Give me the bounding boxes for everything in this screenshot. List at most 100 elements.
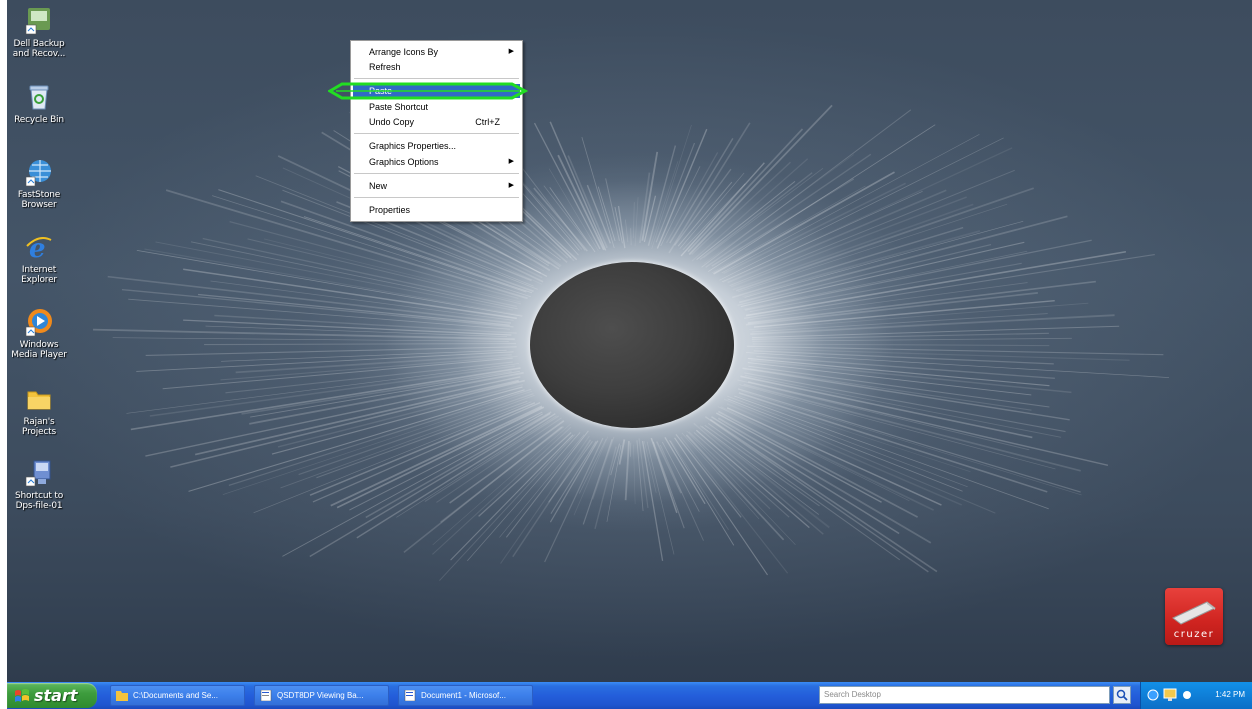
start-label: start	[34, 686, 78, 705]
menu-item-label: Graphics Properties...	[369, 141, 457, 151]
menu-item-label: Refresh	[369, 62, 401, 72]
taskbar-button-label: Document1 - Microsof...	[421, 691, 506, 700]
corona-ray	[624, 440, 630, 501]
corona-ray	[550, 441, 597, 514]
network-shortcut-icon	[24, 458, 54, 488]
corona-ray	[107, 275, 512, 324]
tray-network-icon[interactable]	[1147, 689, 1159, 701]
document-icon	[260, 690, 272, 701]
green-highlight-marker	[328, 82, 528, 100]
recycle-bin-icon	[24, 82, 54, 112]
menu-item-label: Arrange Icons By	[369, 47, 439, 57]
corona-ray	[618, 439, 626, 465]
desktop-icon-internet-explorer[interactable]: e Internet Explorer	[7, 232, 77, 285]
menu-item-refresh[interactable]: Refresh	[353, 60, 520, 74]
corona-ray	[688, 104, 833, 256]
desktop-icon-dell-backup[interactable]: Dell Backup and Recov...	[7, 6, 77, 59]
menu-item-new[interactable]: New ▶	[353, 179, 520, 193]
submenu-arrow-icon: ▶	[508, 158, 514, 165]
corona-ray	[746, 352, 1170, 378]
eclipse-moon	[530, 262, 734, 428]
dell-backup-icon	[24, 6, 54, 36]
search-icon	[1116, 689, 1128, 701]
corona-ray	[659, 444, 704, 541]
tray-status-icon[interactable]	[1181, 689, 1193, 701]
corona-ray	[567, 155, 608, 249]
search-placeholder: Search Desktop	[824, 690, 881, 699]
search-button[interactable]	[1113, 686, 1131, 704]
corona-ray	[704, 416, 929, 573]
corona-ray	[696, 181, 796, 261]
corona-ray	[634, 197, 639, 247]
taskbar-button-label: QSDT8DP Viewing Ba...	[277, 691, 364, 700]
system-tray: 1:42 PM	[1140, 682, 1252, 709]
corona-ray	[250, 370, 520, 418]
corona-ray	[749, 262, 1022, 313]
corona-ray	[745, 250, 1127, 317]
start-button[interactable]: start	[7, 683, 97, 708]
menu-separator	[354, 197, 519, 198]
corona-ray	[544, 437, 604, 563]
corona-ray	[633, 444, 636, 504]
cruzer-drive-widget[interactable]: cruzer	[1165, 588, 1223, 645]
desktop-search-input[interactable]: Search Desktop	[819, 686, 1110, 704]
menu-separator	[354, 78, 519, 79]
menu-item-label: New	[369, 181, 388, 191]
corona-ray	[130, 367, 521, 431]
corona-ray	[170, 379, 525, 468]
corona-ray	[743, 250, 1028, 310]
folder-icon	[116, 691, 128, 701]
corona-ray	[356, 413, 556, 539]
taskbar: start C:\Documents and Se... QSDT8DP Vie…	[7, 682, 1252, 709]
internet-explorer-icon: e	[24, 232, 54, 264]
corona-ray	[647, 145, 677, 246]
desktop-icon-faststone[interactable]: FastStone Browser	[7, 157, 77, 210]
corona-ray	[745, 239, 1092, 311]
corona-ray	[669, 137, 734, 244]
tray-monitor-icon[interactable]	[1163, 688, 1177, 702]
corona-ray	[632, 202, 635, 239]
corona-ray	[365, 411, 552, 519]
taskbar-button-label: C:\Documents and Se...	[133, 691, 218, 700]
corona-ray	[646, 441, 675, 555]
corona-ray	[228, 388, 532, 486]
taskbar-button-document1[interactable]: Document1 - Microsof...	[398, 685, 533, 706]
menu-item-undo-copy[interactable]: Undo Copy Ctrl+Z	[353, 115, 520, 129]
menu-item-label: Properties	[369, 205, 411, 215]
menu-item-label: Paste Shortcut	[369, 102, 429, 112]
windows-media-player-icon	[24, 307, 54, 337]
corona-ray	[752, 343, 1050, 347]
desktop[interactable]: Dell Backup and Recov... Recycle Bin Fast…	[7, 0, 1252, 682]
menu-item-graphics-properties[interactable]: Graphics Properties...	[353, 139, 520, 153]
corona-ray	[204, 343, 516, 346]
desktop-icon-media-player[interactable]: Windows Media Player	[7, 307, 77, 360]
corona-ray	[629, 442, 632, 457]
submenu-arrow-icon: ▶	[508, 182, 514, 189]
menu-item-arrange-icons-by[interactable]: Arrange Icons By ▶	[353, 45, 520, 59]
corona-ray	[330, 405, 543, 507]
corona-ray	[145, 376, 521, 457]
desktop-icon-dps-file-shortcut[interactable]: Shortcut to Dps-file-01	[7, 458, 77, 511]
menu-item-label: Graphics Options	[369, 157, 439, 167]
corona-ray	[625, 219, 629, 243]
corona-ray	[747, 362, 1032, 396]
taskbar-clock[interactable]: 1:42 PM	[1215, 690, 1245, 699]
corona-ray	[582, 438, 613, 525]
menu-item-label: Undo Copy	[369, 117, 415, 127]
corona-ray	[756, 355, 1055, 379]
taskbar-button-qsdt[interactable]: QSDT8DP Viewing Ba...	[254, 685, 389, 706]
cruzer-label: cruzer	[1173, 629, 1215, 640]
corona-ray	[557, 154, 605, 251]
menu-item-properties[interactable]: Properties	[353, 203, 520, 217]
desktop-icon-recycle-bin[interactable]: Recycle Bin	[7, 82, 77, 125]
menu-item-graphics-options[interactable]: Graphics Options ▶	[353, 155, 520, 169]
menu-item-shortcut: Ctrl+Z	[475, 117, 500, 127]
desktop-icon-rajans-projects[interactable]: Rajan's Projects	[7, 384, 77, 437]
corona-ray	[136, 249, 523, 317]
menu-item-paste-shortcut[interactable]: Paste Shortcut	[353, 100, 520, 114]
corona-ray	[743, 383, 1081, 472]
usb-drive-icon	[1172, 601, 1216, 625]
taskbar-button-explorer[interactable]: C:\Documents and Se...	[110, 685, 245, 706]
corona-ray	[549, 121, 607, 251]
corona-ray	[229, 221, 519, 299]
